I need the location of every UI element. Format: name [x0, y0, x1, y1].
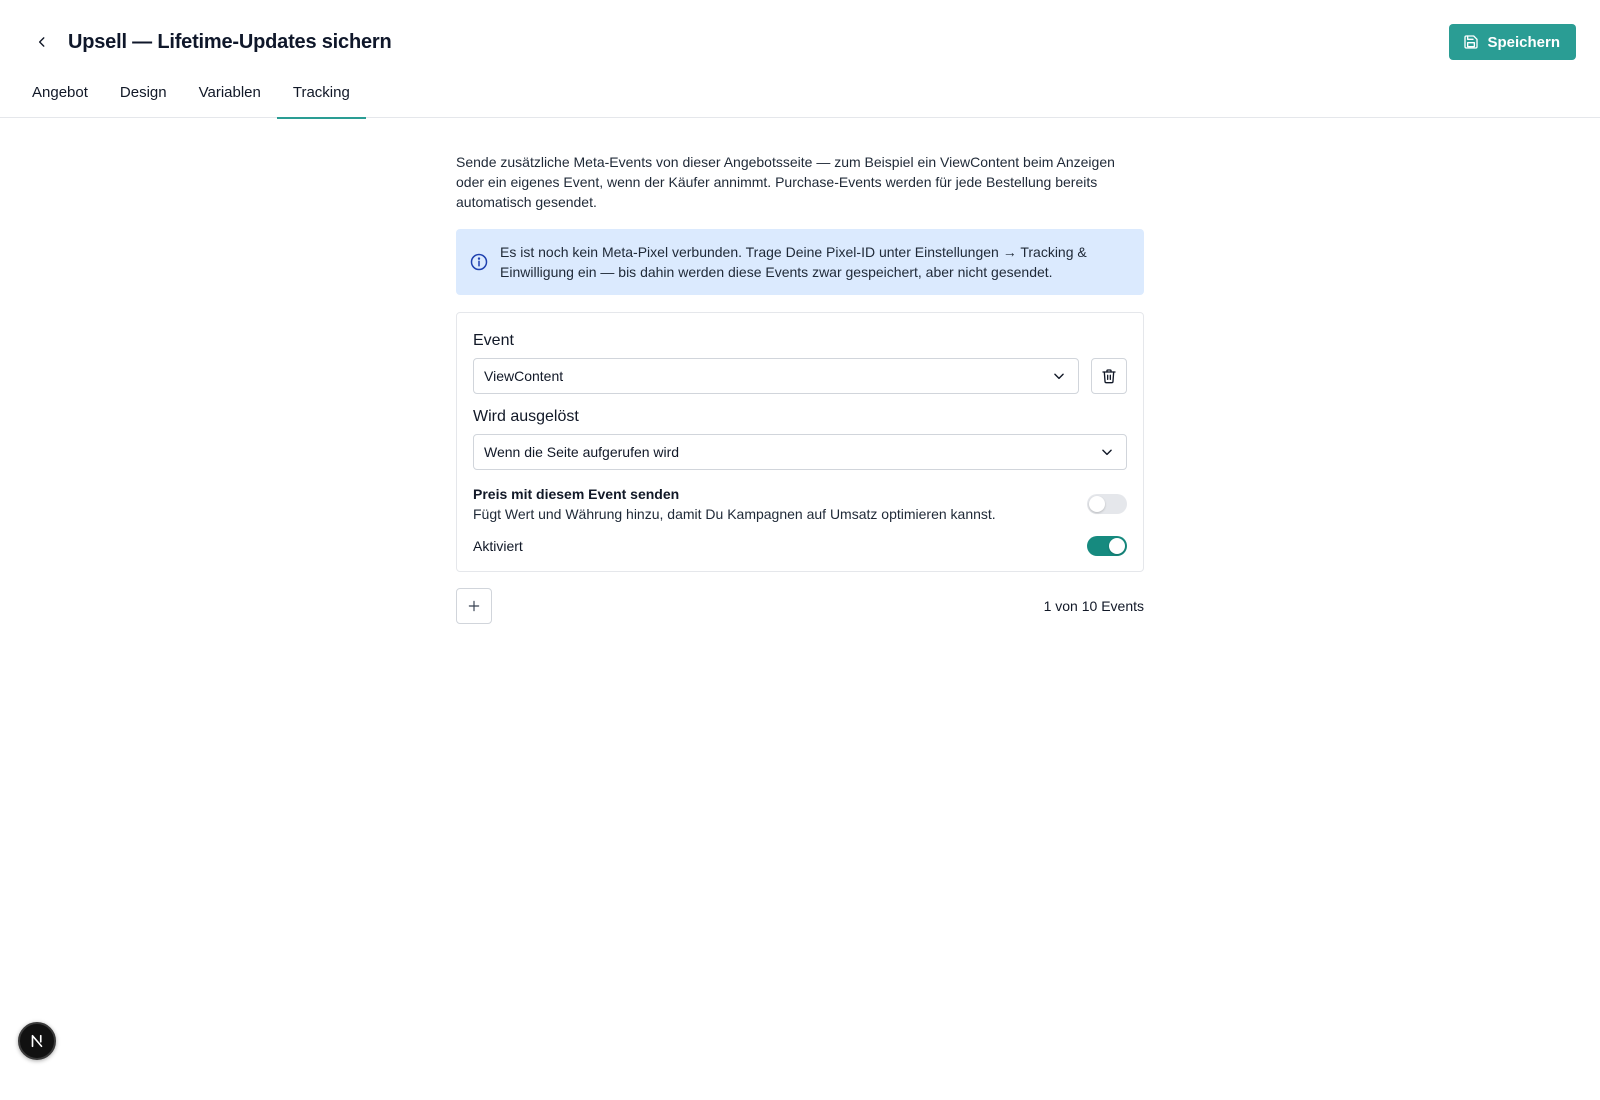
- tab-bar: Angebot Design Variablen Tracking: [0, 84, 1600, 119]
- tab-design[interactable]: Design: [104, 84, 183, 118]
- event-select-value: ViewContent: [484, 368, 564, 384]
- save-button-label: Speichern: [1487, 33, 1560, 51]
- active-toggle-row: Aktiviert: [473, 536, 1127, 556]
- next-logo-icon: [31, 1034, 43, 1048]
- tab-label: Tracking: [292, 84, 350, 101]
- plus-icon: [468, 600, 480, 612]
- events-footer: 1 von 10 Events: [456, 588, 1144, 624]
- tracking-content: Sende zusätzliche Meta-Events von dieser…: [456, 118, 1144, 624]
- trigger-select[interactable]: Wenn die Seite aufgerufen wird: [473, 434, 1127, 470]
- toggle-knob: [1089, 496, 1105, 512]
- trigger-label: Wird ausgelöst: [473, 408, 579, 425]
- add-event-button[interactable]: [456, 588, 492, 624]
- active-toggle-label: Aktiviert: [473, 538, 523, 554]
- price-toggle-description: Fügt Wert und Währung hinzu, damit Du Ka…: [473, 506, 996, 522]
- info-banner-text: Es ist noch kein Meta-Pixel verbunden. T…: [500, 244, 1087, 280]
- active-toggle[interactable]: [1087, 536, 1127, 556]
- price-toggle-row: Preis mit diesem Event senden Fügt Wert …: [473, 484, 1127, 524]
- tab-label: Angebot: [32, 84, 88, 101]
- toggle-knob: [1109, 538, 1125, 554]
- event-count: 1 von 10 Events: [1043, 598, 1144, 614]
- event-card: Event ViewContent Wird ausgelöst Wenn di…: [456, 312, 1144, 572]
- floppy-disk-icon: [1464, 35, 1479, 49]
- next-logo-badge[interactable]: [18, 1022, 56, 1060]
- trigger-select-value: Wenn die Seite aufgerufen wird: [484, 444, 680, 460]
- page-header: Upsell — Lifetime-Updates sichern Speich…: [0, 0, 1600, 84]
- tab-tracking[interactable]: Tracking: [276, 84, 366, 119]
- event-select[interactable]: ViewContent: [473, 358, 1079, 394]
- delete-event-button[interactable]: [1091, 358, 1127, 394]
- tab-label: Design: [119, 84, 167, 101]
- back-button[interactable]: [30, 30, 54, 54]
- price-toggle-title: Preis mit diesem Event senden: [473, 486, 680, 502]
- tab-variablen[interactable]: Variablen: [183, 84, 277, 118]
- page-title: Upsell — Lifetime-Updates sichern: [68, 30, 392, 53]
- price-toggle[interactable]: [1087, 494, 1127, 514]
- chevron-left-icon: [38, 37, 45, 47]
- trash-icon: [1102, 369, 1116, 384]
- tab-label: Variablen: [198, 84, 261, 101]
- chevron-down-icon: [1054, 373, 1064, 380]
- chevron-down-icon: [1102, 449, 1112, 456]
- info-banner: Es ist noch kein Meta-Pixel verbunden. T…: [456, 229, 1144, 295]
- intro-text: Sende zusätzliche Meta-Events von dieser…: [456, 154, 1115, 210]
- info-circle-icon: [470, 253, 488, 271]
- tab-angebot[interactable]: Angebot: [16, 84, 104, 118]
- event-label: Event: [473, 332, 514, 349]
- save-button[interactable]: Speichern: [1449, 24, 1576, 60]
